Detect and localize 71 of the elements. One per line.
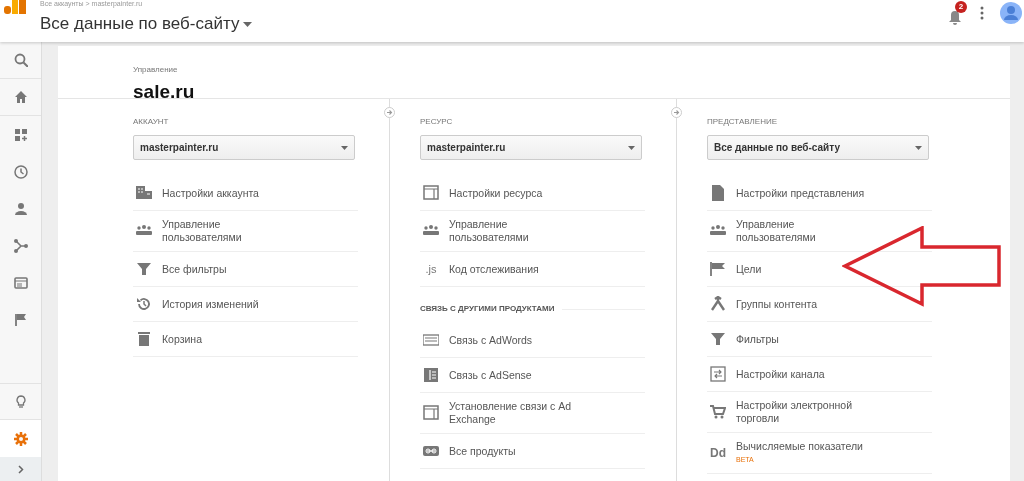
window-icon bbox=[13, 275, 28, 290]
menu-item[interactable]: Настройки электронной торговли bbox=[707, 392, 932, 433]
clock-icon bbox=[13, 164, 28, 179]
menu-item[interactable]: Все продукты bbox=[420, 434, 645, 469]
flag-icon bbox=[13, 312, 28, 327]
window-icon bbox=[423, 185, 439, 201]
caret-icon bbox=[915, 145, 922, 150]
person-icon bbox=[13, 201, 28, 216]
more-icon[interactable] bbox=[980, 6, 984, 20]
logo-icon bbox=[4, 0, 26, 14]
dropdown[interactable]: masterpainter.ru bbox=[420, 135, 642, 160]
filter-icon bbox=[710, 331, 726, 347]
menu-item[interactable]: Управление пользователями bbox=[420, 211, 645, 252]
menu-item[interactable]: Управление пользователями bbox=[707, 211, 932, 252]
panel-icon bbox=[423, 332, 439, 348]
caret-icon bbox=[341, 145, 348, 150]
lightbulb-icon bbox=[13, 394, 28, 409]
window-icon bbox=[423, 405, 439, 421]
section-label: РЕСУРС bbox=[420, 117, 453, 127]
menu-item[interactable]: Установление связи с Ad Exchange bbox=[420, 393, 645, 434]
admin-button[interactable] bbox=[0, 420, 41, 457]
trash-icon bbox=[136, 331, 152, 347]
menu-item[interactable]: Настройки представления bbox=[707, 176, 932, 211]
flag-icon bbox=[710, 261, 726, 277]
section-label: ПРЕДСТАВЛЕНИЕ bbox=[707, 117, 777, 127]
building-icon bbox=[136, 185, 152, 201]
caret-icon bbox=[243, 21, 253, 27]
site-name: sale.ru bbox=[133, 81, 195, 103]
menu-item[interactable]: Настройки ресурса bbox=[420, 176, 645, 211]
menu-item[interactable]: Фильтры bbox=[707, 322, 932, 357]
menu-item[interactable]: Все фильтры bbox=[133, 252, 358, 287]
menu-item[interactable]: Группы контента bbox=[707, 287, 932, 322]
bell-icon bbox=[948, 9, 962, 26]
link-icon bbox=[423, 443, 439, 459]
swap-icon bbox=[710, 366, 726, 382]
notifications-button[interactable]: 2 bbox=[948, 4, 964, 22]
arrow-circle-icon bbox=[383, 107, 395, 118]
menu-item-text: Вычисляемые показатели bbox=[736, 440, 863, 453]
chevron-icon bbox=[17, 464, 24, 474]
arrow-circle-icon bbox=[670, 107, 682, 118]
view-selector[interactable]: Все данные по веб-сайту bbox=[40, 13, 253, 35]
menu-item[interactable]: Связь с AdWords bbox=[420, 323, 645, 358]
icon-label: Dd bbox=[710, 446, 726, 460]
icon-label: .js bbox=[425, 262, 437, 276]
branch-icon bbox=[13, 238, 28, 253]
menu-item[interactable]: Корзина bbox=[133, 322, 358, 357]
dashboard-icon bbox=[13, 127, 28, 142]
menu-item[interactable]: Настройки канала bbox=[707, 357, 932, 392]
notification-count: 2 bbox=[955, 1, 967, 13]
section-heading: СВЯЗЬ С ДРУГИМИ ПРОДУКТАМИ bbox=[420, 303, 555, 315]
gear-icon bbox=[13, 431, 28, 446]
page-label: Управление bbox=[133, 65, 178, 75]
table-icon bbox=[423, 367, 439, 383]
section-label: АККАУНТ bbox=[133, 117, 169, 127]
menu-item[interactable]: .js Код отслеживания bbox=[420, 252, 645, 287]
dropdown[interactable]: Все данные по веб-сайту bbox=[707, 135, 929, 160]
cart-icon bbox=[710, 404, 726, 420]
caret-icon bbox=[628, 145, 635, 150]
avatar-icon[interactable] bbox=[1000, 2, 1022, 24]
menu-item[interactable]: Связь с AdSense bbox=[420, 358, 645, 393]
history-icon bbox=[136, 296, 152, 312]
menu-item[interactable]: Цели bbox=[707, 252, 932, 287]
menu-item[interactable]: Управление пользователями bbox=[133, 211, 358, 252]
menu-item[interactable]: Настройки аккаунта bbox=[133, 176, 358, 211]
home-icon bbox=[13, 90, 28, 104]
menu-item[interactable]: История изменений bbox=[133, 287, 358, 322]
dropdown[interactable]: masterpainter.ru bbox=[133, 135, 355, 160]
search-icon bbox=[13, 53, 28, 67]
merge-icon bbox=[710, 296, 726, 312]
filter-icon bbox=[136, 261, 152, 277]
document-icon bbox=[710, 185, 726, 201]
